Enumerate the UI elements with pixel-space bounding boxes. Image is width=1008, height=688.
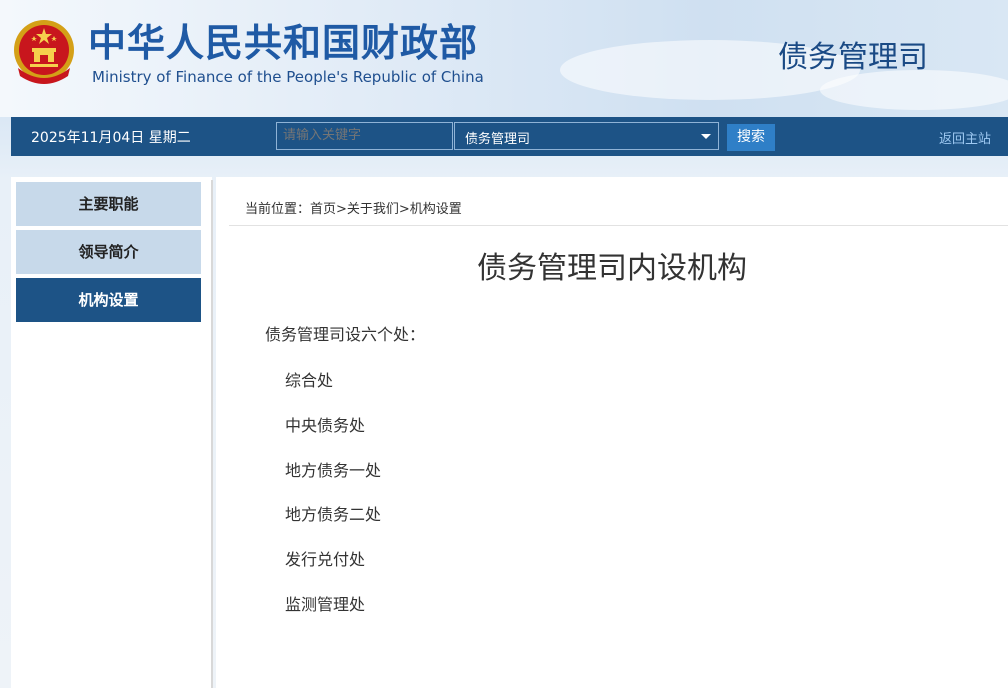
page-title: 债务管理司内设机构: [477, 251, 747, 286]
search-button[interactable]: 搜索: [727, 124, 775, 151]
article-intro: 债务管理司设六个处：: [265, 325, 426, 344]
office-list-item: 发行兑付处: [285, 550, 366, 569]
breadcrumb-divider: [229, 225, 1008, 226]
chevron-down-icon: [701, 134, 711, 139]
main-content: 当前位置：首页>关于我们>机构设置 债务管理司内设机构 债务管理司设六个处： 综…: [216, 177, 1008, 688]
national-emblem-icon[interactable]: [12, 18, 76, 86]
office-list-item: 地方债务一处: [285, 461, 382, 480]
department-title: 债务管理司: [778, 40, 928, 75]
top-navbar: 2025年11月04日 星期二 债务管理司 搜索 返回主站: [11, 117, 1008, 156]
return-home-link[interactable]: 返回主站: [939, 128, 991, 147]
header-decoration: [820, 70, 1008, 110]
sidebar-item-organization[interactable]: 机构设置: [16, 278, 201, 322]
ministry-name-en[interactable]: Ministry of Finance of the People's Repu…: [92, 68, 484, 86]
sidebar-item-leadership[interactable]: 领导简介: [16, 230, 201, 274]
site-header: 中华人民共和国财政部 Ministry of Finance of the Pe…: [0, 0, 1008, 117]
search-input[interactable]: [276, 122, 453, 150]
current-date: 2025年11月04日 星期二: [31, 130, 191, 146]
office-list-item: 地方债务二处: [285, 505, 382, 524]
office-list-item: 综合处: [285, 371, 334, 390]
search-scope-select[interactable]: 债务管理司: [454, 122, 719, 150]
sidebar-divider: [211, 180, 213, 688]
office-list-item: 监测管理处: [285, 595, 366, 614]
ministry-name-cn[interactable]: 中华人民共和国财政部: [88, 20, 478, 66]
sidebar-item-main-functions[interactable]: 主要职能: [16, 182, 201, 226]
office-list-item: 中央债务处: [285, 416, 366, 435]
search-scope-value: 债务管理司: [465, 132, 531, 147]
sidebar: 主要职能 领导简介 机构设置: [11, 177, 212, 688]
breadcrumb: 当前位置：首页>关于我们>机构设置: [245, 202, 462, 217]
